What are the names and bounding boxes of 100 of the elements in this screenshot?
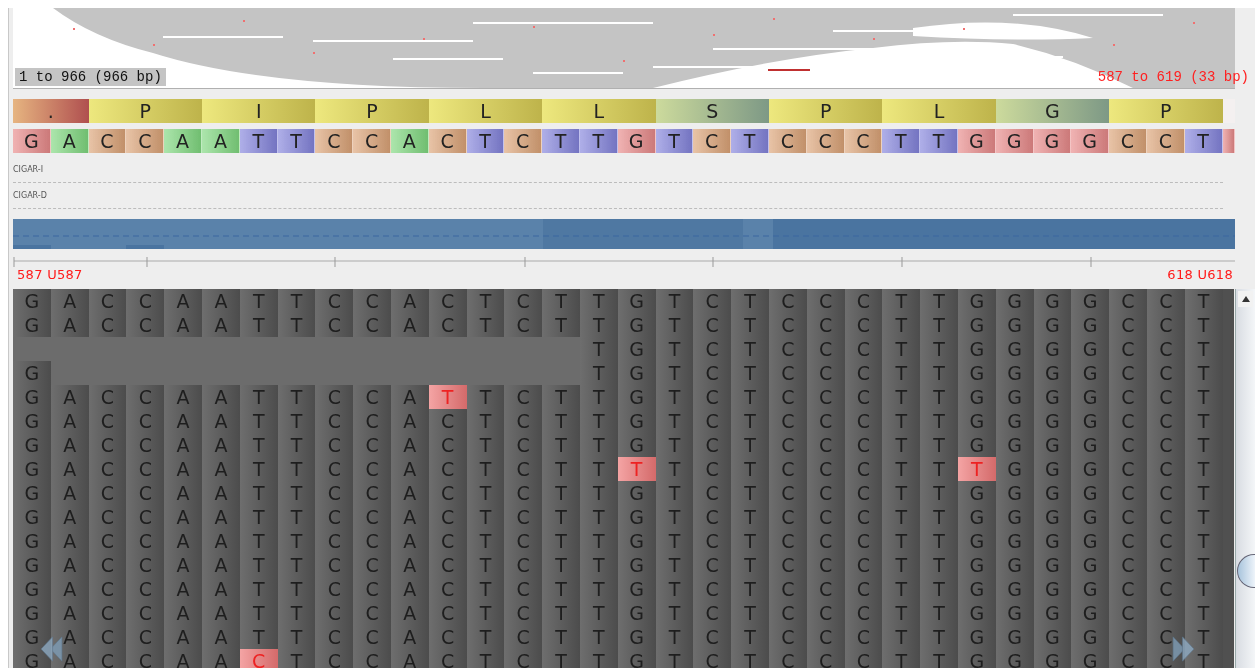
- read-base-cell: C: [768, 553, 807, 577]
- read-base-cell: C: [844, 457, 883, 481]
- reference-base-cell: C: [806, 129, 845, 153]
- read-base-cell: T: [920, 649, 958, 668]
- read-base-cell: G: [1033, 649, 1072, 668]
- read-base-cell: G: [13, 313, 51, 337]
- read-base-cell: C: [428, 577, 467, 601]
- page-right-button[interactable]: [1172, 634, 1196, 664]
- read-base-cell: G: [13, 457, 51, 481]
- read-base-cell: G: [995, 577, 1034, 601]
- read-base-cell: C: [1146, 601, 1185, 625]
- read-base-cell: T: [579, 601, 618, 625]
- read-base-cell: C: [1146, 505, 1185, 529]
- read-base-cell: G: [1033, 313, 1072, 337]
- read-base-cell: T: [277, 553, 316, 577]
- read-base-cell: T: [579, 361, 618, 385]
- read-base-cell: C: [126, 625, 165, 649]
- read-base-cell: T: [542, 457, 580, 481]
- read-base-cell: G: [1033, 289, 1072, 313]
- read-base-cell: G: [13, 289, 51, 313]
- read-base-cell: G: [1071, 313, 1110, 337]
- read-base-cell: A: [50, 553, 89, 577]
- read-base-cell: T: [920, 385, 958, 409]
- read-base-cell: G: [13, 433, 51, 457]
- read-base-cell: A: [164, 577, 202, 601]
- read-base-cell: T: [579, 313, 618, 337]
- read-base-cell: A: [202, 385, 240, 409]
- read-base-cell: A: [50, 481, 89, 505]
- read-base-cell: G: [995, 289, 1034, 313]
- read-base-cell: A: [390, 601, 429, 625]
- read-base-cell: A: [164, 481, 202, 505]
- read-base-cell: C: [844, 505, 883, 529]
- read-base-cell: T: [731, 289, 769, 313]
- read-base-cell: C: [504, 457, 543, 481]
- scroll-up-button[interactable]: [1238, 291, 1253, 307]
- read-base-cell: T: [731, 505, 769, 529]
- read-base-cell: C: [1109, 625, 1147, 649]
- read-base-cell: C: [693, 385, 732, 409]
- read-base-cell: T: [655, 625, 694, 649]
- read-base-cell: G: [617, 505, 656, 529]
- read-base-cell: C: [844, 289, 883, 313]
- vertical-scrollbar[interactable]: [1235, 289, 1255, 668]
- read-base-cell: T: [655, 457, 694, 481]
- read-base-cell: G: [995, 553, 1034, 577]
- read-base-cell: G: [1033, 409, 1072, 433]
- read-base-cell: T: [579, 385, 618, 409]
- read-base-cell: T: [277, 289, 316, 313]
- reference-base-cell: G: [13, 129, 51, 153]
- read-base-cell: G: [957, 505, 996, 529]
- read-base-cell: C: [1146, 289, 1185, 313]
- read-base-cell: G: [13, 529, 51, 553]
- read-base-cell: A: [164, 289, 202, 313]
- read-base-cell: C: [504, 649, 543, 668]
- read-base-cell: T: [655, 529, 694, 553]
- read-base-cell: C: [504, 385, 543, 409]
- read-base-cell: T: [466, 625, 505, 649]
- read-base-cell: C: [844, 337, 883, 361]
- read-base-cell: C: [88, 505, 127, 529]
- read-base-cell: C: [353, 457, 391, 481]
- read-base-cell: C: [353, 601, 391, 625]
- read-base-cell: T: [542, 289, 580, 313]
- read-base-cell: T: [882, 601, 921, 625]
- read-base-cell: T: [466, 601, 505, 625]
- read-base-cell: G: [995, 337, 1034, 361]
- read-base-cell: C: [693, 625, 732, 649]
- read-base-cell: T: [655, 409, 694, 433]
- read-base-cell: C: [504, 601, 543, 625]
- read-base-cell: G: [13, 409, 51, 433]
- read-base-cell: C: [1146, 553, 1185, 577]
- reference-base-cell: C: [1146, 129, 1185, 153]
- read-base-cell: C: [693, 409, 732, 433]
- read-base-cell: C: [88, 289, 127, 313]
- read-base-cell: C: [768, 505, 807, 529]
- read-base-cell: G: [957, 601, 996, 625]
- read-base-cell: T: [239, 481, 278, 505]
- read-base-cell: T: [655, 601, 694, 625]
- read-base-cell: C: [1109, 457, 1147, 481]
- read-base-cell: C: [504, 481, 543, 505]
- reference-base-cell: G: [617, 129, 656, 153]
- read-base-cell: G: [995, 457, 1034, 481]
- read-base-cell: T: [239, 577, 278, 601]
- read-base-cell: C: [806, 625, 845, 649]
- read-base-cell: T: [882, 577, 921, 601]
- read-base-cell: T: [579, 529, 618, 553]
- read-base-cell: C: [1109, 577, 1147, 601]
- read-base-cell: G: [617, 409, 656, 433]
- read-base-cell: G: [995, 409, 1034, 433]
- scrollbar-thumb[interactable]: [1237, 554, 1255, 588]
- read-base-cell: A: [164, 649, 202, 668]
- read-base-cell: C: [353, 481, 391, 505]
- amino-acid-cell: P: [768, 99, 883, 123]
- reference-base-cell: G: [1071, 129, 1110, 153]
- read-base-cell: A: [390, 481, 429, 505]
- read-base-cell: G: [1033, 505, 1072, 529]
- read-base-cell: T: [277, 601, 316, 625]
- reference-base-cell: C: [315, 129, 354, 153]
- page-left-button[interactable]: [39, 634, 63, 664]
- read-base-cell: G: [957, 529, 996, 553]
- read-base-cell: C: [806, 313, 845, 337]
- reference-base-cell: G: [995, 129, 1034, 153]
